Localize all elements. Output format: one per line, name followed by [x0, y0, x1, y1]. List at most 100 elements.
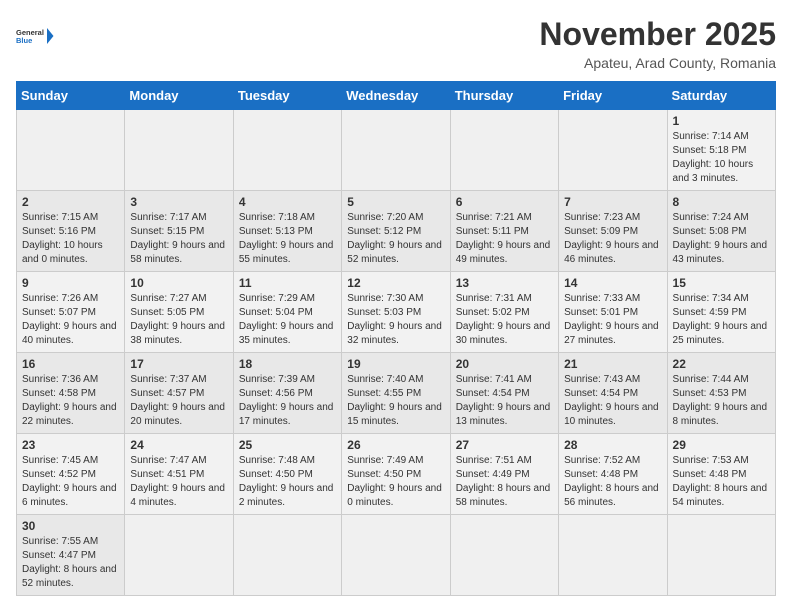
day-number: 6	[456, 195, 553, 209]
day-number: 23	[22, 438, 119, 452]
day-number: 7	[564, 195, 661, 209]
calendar-week-row: 30 Sunrise: 7:55 AM Sunset: 4:47 PM Dayli…	[17, 515, 776, 596]
calendar-table: SundayMondayTuesdayWednesdayThursdayFrid…	[16, 81, 776, 596]
calendar-day-cell: 22 Sunrise: 7:44 AM Sunset: 4:53 PM Dayli…	[667, 353, 775, 434]
day-number: 29	[673, 438, 770, 452]
calendar-day-cell: 30 Sunrise: 7:55 AM Sunset: 4:47 PM Dayli…	[17, 515, 125, 596]
calendar-day-cell: 9 Sunrise: 7:26 AM Sunset: 5:07 PM Daylig…	[17, 272, 125, 353]
day-number: 21	[564, 357, 661, 371]
day-number: 8	[673, 195, 770, 209]
calendar-day-cell	[667, 515, 775, 596]
day-info: Sunrise: 7:44 AM Sunset: 4:53 PM Dayligh…	[673, 373, 770, 429]
day-number: 5	[347, 195, 444, 209]
calendar-week-row: 23 Sunrise: 7:45 AM Sunset: 4:52 PM Dayli…	[17, 434, 776, 515]
logo-svg: General Blue	[16, 16, 56, 56]
day-number: 19	[347, 357, 444, 371]
day-info: Sunrise: 7:21 AM Sunset: 5:11 PM Dayligh…	[456, 211, 553, 267]
calendar-week-row: 2 Sunrise: 7:15 AM Sunset: 5:16 PM Daylig…	[17, 191, 776, 272]
day-info: Sunrise: 7:27 AM Sunset: 5:05 PM Dayligh…	[130, 292, 227, 348]
day-info: Sunrise: 7:43 AM Sunset: 4:54 PM Dayligh…	[564, 373, 661, 429]
day-number: 15	[673, 276, 770, 290]
day-info: Sunrise: 7:33 AM Sunset: 5:01 PM Dayligh…	[564, 292, 661, 348]
calendar-week-row: 1Sunrise: 7:14 AM Sunset: 5:18 PM Daylig…	[17, 110, 776, 191]
calendar-day-cell	[559, 515, 667, 596]
calendar-day-cell: 24 Sunrise: 7:47 AM Sunset: 4:51 PM Dayli…	[125, 434, 233, 515]
calendar-day-cell: 5 Sunrise: 7:20 AM Sunset: 5:12 PM Daylig…	[342, 191, 450, 272]
day-info: Sunrise: 7:30 AM Sunset: 5:03 PM Dayligh…	[347, 292, 444, 348]
day-number: 24	[130, 438, 227, 452]
day-number: 26	[347, 438, 444, 452]
day-number: 2	[22, 195, 119, 209]
calendar-day-cell	[17, 110, 125, 191]
calendar-day-cell: 19 Sunrise: 7:40 AM Sunset: 4:55 PM Dayli…	[342, 353, 450, 434]
day-info: Sunrise: 7:20 AM Sunset: 5:12 PM Dayligh…	[347, 211, 444, 267]
day-info: Sunrise: 7:51 AM Sunset: 4:49 PM Dayligh…	[456, 454, 553, 510]
svg-text:Blue: Blue	[16, 36, 32, 45]
calendar-day-cell: 13 Sunrise: 7:31 AM Sunset: 5:02 PM Dayli…	[450, 272, 558, 353]
day-info: Sunrise: 7:39 AM Sunset: 4:56 PM Dayligh…	[239, 373, 336, 429]
calendar-subtitle: Apateu, Arad County, Romania	[539, 55, 776, 71]
day-number: 3	[130, 195, 227, 209]
calendar-day-cell	[233, 515, 341, 596]
day-info: Sunrise: 7:55 AM Sunset: 4:47 PM Dayligh…	[22, 535, 119, 591]
day-info: Sunrise: 7:45 AM Sunset: 4:52 PM Dayligh…	[22, 454, 119, 510]
day-info: Sunrise: 7:31 AM Sunset: 5:02 PM Dayligh…	[456, 292, 553, 348]
day-number: 20	[456, 357, 553, 371]
calendar-title: November 2025	[539, 16, 776, 53]
day-number: 17	[130, 357, 227, 371]
calendar-day-cell	[125, 515, 233, 596]
day-info: Sunrise: 7:14 AM Sunset: 5:18 PM Dayligh…	[673, 130, 770, 186]
day-info: Sunrise: 7:49 AM Sunset: 4:50 PM Dayligh…	[347, 454, 444, 510]
day-number: 11	[239, 276, 336, 290]
day-number: 13	[456, 276, 553, 290]
weekday-header: Wednesday	[342, 82, 450, 110]
day-info: Sunrise: 7:23 AM Sunset: 5:09 PM Dayligh…	[564, 211, 661, 267]
calendar-day-cell: 25Sunrise: 7:48 AM Sunset: 4:50 PM Dayli…	[233, 434, 341, 515]
calendar-day-cell: 23 Sunrise: 7:45 AM Sunset: 4:52 PM Dayli…	[17, 434, 125, 515]
calendar-day-cell	[342, 515, 450, 596]
calendar-day-cell	[342, 110, 450, 191]
title-area: November 2025 Apateu, Arad County, Roman…	[539, 16, 776, 71]
day-info: Sunrise: 7:15 AM Sunset: 5:16 PM Dayligh…	[22, 211, 119, 267]
day-info: Sunrise: 7:53 AM Sunset: 4:48 PM Dayligh…	[673, 454, 770, 510]
calendar-day-cell	[450, 515, 558, 596]
weekday-header: Friday	[559, 82, 667, 110]
calendar-day-cell: 10Sunrise: 7:27 AM Sunset: 5:05 PM Dayli…	[125, 272, 233, 353]
calendar-week-row: 16 Sunrise: 7:36 AM Sunset: 4:58 PM Dayli…	[17, 353, 776, 434]
day-number: 16	[22, 357, 119, 371]
day-info: Sunrise: 7:26 AM Sunset: 5:07 PM Dayligh…	[22, 292, 119, 348]
calendar-day-cell: 7 Sunrise: 7:23 AM Sunset: 5:09 PM Daylig…	[559, 191, 667, 272]
day-number: 18	[239, 357, 336, 371]
day-info: Sunrise: 7:34 AM Sunset: 4:59 PM Dayligh…	[673, 292, 770, 348]
day-info: Sunrise: 7:17 AM Sunset: 5:15 PM Dayligh…	[130, 211, 227, 267]
day-number: 9	[22, 276, 119, 290]
calendar-day-cell: 18 Sunrise: 7:39 AM Sunset: 4:56 PM Dayli…	[233, 353, 341, 434]
calendar-week-row: 9 Sunrise: 7:26 AM Sunset: 5:07 PM Daylig…	[17, 272, 776, 353]
calendar-day-cell	[233, 110, 341, 191]
day-number: 30	[22, 519, 119, 533]
calendar-day-cell	[125, 110, 233, 191]
weekday-header: Tuesday	[233, 82, 341, 110]
day-number: 22	[673, 357, 770, 371]
page-header: General Blue November 2025 Apateu, Arad …	[16, 16, 776, 71]
day-info: Sunrise: 7:48 AM Sunset: 4:50 PM Dayligh…	[239, 454, 336, 510]
calendar-day-cell: 1Sunrise: 7:14 AM Sunset: 5:18 PM Daylig…	[667, 110, 775, 191]
logo: General Blue	[16, 16, 56, 56]
calendar-day-cell: 3 Sunrise: 7:17 AM Sunset: 5:15 PM Daylig…	[125, 191, 233, 272]
day-info: Sunrise: 7:37 AM Sunset: 4:57 PM Dayligh…	[130, 373, 227, 429]
calendar-day-cell: 28Sunrise: 7:52 AM Sunset: 4:48 PM Dayli…	[559, 434, 667, 515]
weekday-header: Monday	[125, 82, 233, 110]
calendar-day-cell: 6 Sunrise: 7:21 AM Sunset: 5:11 PM Daylig…	[450, 191, 558, 272]
day-info: Sunrise: 7:41 AM Sunset: 4:54 PM Dayligh…	[456, 373, 553, 429]
day-number: 28	[564, 438, 661, 452]
calendar-day-cell: 21 Sunrise: 7:43 AM Sunset: 4:54 PM Dayli…	[559, 353, 667, 434]
calendar-day-cell: 12Sunrise: 7:30 AM Sunset: 5:03 PM Dayli…	[342, 272, 450, 353]
header-row: SundayMondayTuesdayWednesdayThursdayFrid…	[17, 82, 776, 110]
day-info: Sunrise: 7:47 AM Sunset: 4:51 PM Dayligh…	[130, 454, 227, 510]
day-info: Sunrise: 7:36 AM Sunset: 4:58 PM Dayligh…	[22, 373, 119, 429]
calendar-day-cell: 14Sunrise: 7:33 AM Sunset: 5:01 PM Dayli…	[559, 272, 667, 353]
calendar-day-cell: 20 Sunrise: 7:41 AM Sunset: 4:54 PM Dayli…	[450, 353, 558, 434]
day-info: Sunrise: 7:24 AM Sunset: 5:08 PM Dayligh…	[673, 211, 770, 267]
day-info: Sunrise: 7:29 AM Sunset: 5:04 PM Dayligh…	[239, 292, 336, 348]
day-info: Sunrise: 7:40 AM Sunset: 4:55 PM Dayligh…	[347, 373, 444, 429]
